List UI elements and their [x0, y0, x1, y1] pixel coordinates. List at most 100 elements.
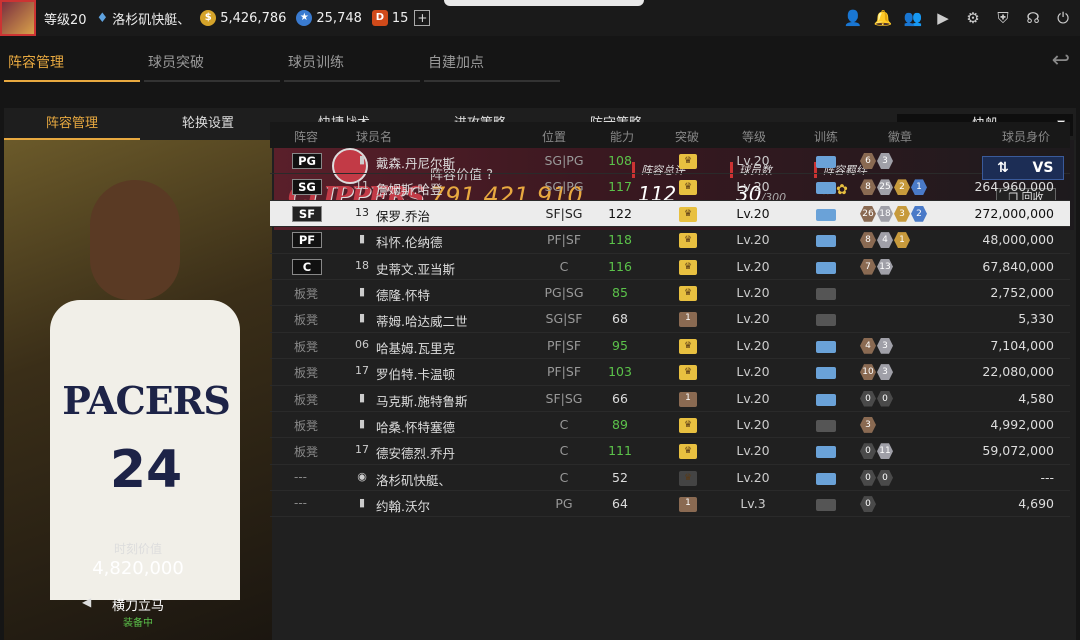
breakthrough-icon: ♛: [679, 338, 697, 354]
level: Lv.20: [736, 179, 770, 195]
slot-label: 板凳: [294, 286, 319, 301]
subtab-lineup[interactable]: 阵容管理: [4, 108, 140, 140]
player-salary: 48,000,000: [982, 232, 1054, 248]
breakthrough-icon: ♛: [679, 285, 697, 301]
player-salary: 4,580: [1018, 390, 1054, 406]
player-salary: 272,000,000: [974, 205, 1054, 221]
swap-icon: ⇅: [997, 160, 1009, 176]
table-row[interactable]: SG 11 詹姆斯.哈登 SG|PG 117 ♛ Lv.20 8 25 2 1 264,960,000: [270, 174, 1070, 201]
slot-label: 板凳: [294, 366, 319, 381]
player-name: 蒂姆.哈达威二世: [376, 314, 468, 330]
moment-value-label: 时刻价值: [113, 542, 162, 556]
badge-icon: 1: [894, 232, 910, 249]
player-salary: 7,104,000: [990, 337, 1054, 353]
player-position: SG|PG: [544, 179, 584, 195]
slot-label: 板凳: [294, 313, 319, 328]
player-position: SF|SG: [545, 205, 583, 221]
slot-label: ---: [294, 469, 307, 484]
player-position: C: [559, 469, 569, 485]
coins: $5,426,786: [200, 10, 286, 26]
ability: 118: [608, 232, 632, 248]
jersey-number: 06: [355, 337, 369, 351]
table-row[interactable]: 板凳 17 罗伯特.卡温顿 PF|SF 103 ♛ Lv.20 10 3 22,080,000: [270, 359, 1070, 386]
badge-icon: 0: [860, 390, 876, 407]
table-row[interactable]: 板凳 ▮ 马克斯.施特鲁斯 SF|SG 66 1 Lv.20 0 0 4,580: [270, 386, 1070, 412]
slot-label: ---: [294, 496, 307, 511]
table-row[interactable]: C 18 史蒂文.亚当斯 C 116 ♛ Lv.20 7 13 67,840,000: [270, 254, 1070, 280]
ability: 64: [612, 496, 628, 512]
badge-list: 0 11: [860, 443, 893, 460]
player-name: 科怀.伦纳德: [376, 235, 443, 251]
add-tickets-button[interactable]: +: [414, 10, 431, 26]
level: Lv.20: [736, 416, 770, 432]
vs-label: VS: [1032, 160, 1054, 176]
table-row[interactable]: --- ◉ 洛杉矶快艇、 C 52 ♛ Lv.20 0 0 ---: [270, 465, 1070, 492]
tickets: D 15 +: [371, 10, 431, 26]
person-icon[interactable]: 👤: [844, 9, 863, 27]
level: Lv.20: [736, 443, 770, 459]
subtab-rotation[interactable]: 轮换设置: [140, 108, 276, 140]
level: Lv.20: [736, 205, 770, 221]
back-icon[interactable]: ↩: [1052, 48, 1070, 73]
jersey-number: ▮: [358, 153, 366, 166]
table-row[interactable]: PF ▮ 科怀.伦纳德 PF|SF 118 ♛ Lv.20 8 4 1 48,000,000: [270, 227, 1070, 254]
table-row[interactable]: SF 13 保罗.乔治 SF|SG 122 ♛ Lv.20 26 18 3 2 272,000,000: [270, 200, 1070, 228]
level: Lv.20: [736, 153, 770, 168]
ability: 66: [612, 390, 628, 406]
window-notch: [444, 0, 644, 6]
table-row[interactable]: --- ▮ 约翰.沃尔 PG 64 1 Lv.3 0 4,690: [270, 491, 1070, 518]
slot-badge: PF: [292, 232, 322, 249]
badge-icon: 3: [877, 153, 893, 169]
level: Lv.3: [740, 496, 766, 512]
tab-training[interactable]: 球员训练: [284, 44, 420, 82]
table-row[interactable]: 板凳 ▮ 德隆.怀特 PG|SG 85 ♛ Lv.20 2,752,000: [270, 280, 1070, 307]
badge-list: 8 25 2 1: [860, 179, 927, 196]
ability: 111: [608, 443, 632, 459]
badge-icon: 1: [911, 179, 927, 196]
table-row[interactable]: 板凳 ▮ 哈桑.怀特塞德 C 89 ♛ Lv.20 3 4,992,000: [270, 412, 1070, 439]
power-icon[interactable]: ⏻: [1054, 9, 1072, 27]
breakthrough-level: 1: [685, 313, 691, 324]
level: Lv.20: [736, 390, 770, 406]
slot-label: 板凳: [294, 418, 319, 433]
headset-icon[interactable]: ☊: [1024, 9, 1042, 27]
tab-breakthrough[interactable]: 球员突破: [144, 44, 280, 82]
training-icon: [816, 261, 836, 274]
friends-icon[interactable]: 👥: [904, 9, 923, 27]
jersey-number: ◉: [357, 469, 367, 483]
badge-icon: 0: [860, 496, 876, 513]
player-name: 戴森.丹尼尔斯: [376, 156, 455, 171]
tab-lineup[interactable]: 阵容管理: [4, 44, 140, 82]
badge-icon: 4: [860, 337, 876, 354]
avatar[interactable]: [0, 0, 36, 36]
ability: 68: [612, 311, 628, 327]
gear-icon[interactable]: ⚙: [964, 9, 982, 27]
compare-button[interactable]: ⇅ VS: [982, 156, 1064, 180]
shield-icon[interactable]: ⛨: [994, 9, 1012, 27]
col-breakthrough: 突破: [675, 130, 700, 144]
bell-icon[interactable]: 🔔: [874, 9, 893, 27]
ability: 89: [612, 416, 628, 432]
table-row[interactable]: PG ▮ 戴森.丹尼尔斯 SG|PG 108 ♛ Lv.20 6 3: [270, 148, 1070, 175]
badge-icon: 13: [877, 258, 893, 275]
level: Lv.20: [736, 364, 770, 380]
breakthrough-icon: ♛: [679, 206, 697, 222]
badge-icon: 0: [860, 443, 876, 460]
player-position: C: [559, 443, 569, 459]
breakthrough-level: 1: [685, 392, 691, 403]
badge-icon: 2: [894, 179, 910, 196]
table-row[interactable]: 板凳 06 哈基姆.瓦里克 PF|SF 95 ♛ Lv.20 4 3 7,104,000: [270, 333, 1070, 360]
jersey-number: ▮: [358, 311, 366, 325]
badge-icon: 0: [877, 469, 893, 486]
player-name: 哈基姆.瓦里克: [376, 340, 455, 356]
video-icon[interactable]: ▶: [934, 9, 952, 27]
player-salary: 2,752,000: [990, 284, 1054, 300]
badge-list: 63: [860, 153, 893, 169]
player-position: PG: [555, 496, 573, 512]
training-icon: [816, 208, 836, 221]
table-row[interactable]: 板凳 17 德安德烈.乔丹 C 111 ♛ Lv.20 0 11 59,072,000: [270, 438, 1070, 465]
level: Lv.20: [736, 232, 770, 248]
table-row[interactable]: 板凳 ▮ 蒂姆.哈达威二世 SG|SF 68 1 Lv.20 5,330: [270, 306, 1070, 333]
tab-custom-points[interactable]: 自建加点: [424, 44, 560, 82]
player-salary: 67,840,000: [982, 258, 1054, 274]
